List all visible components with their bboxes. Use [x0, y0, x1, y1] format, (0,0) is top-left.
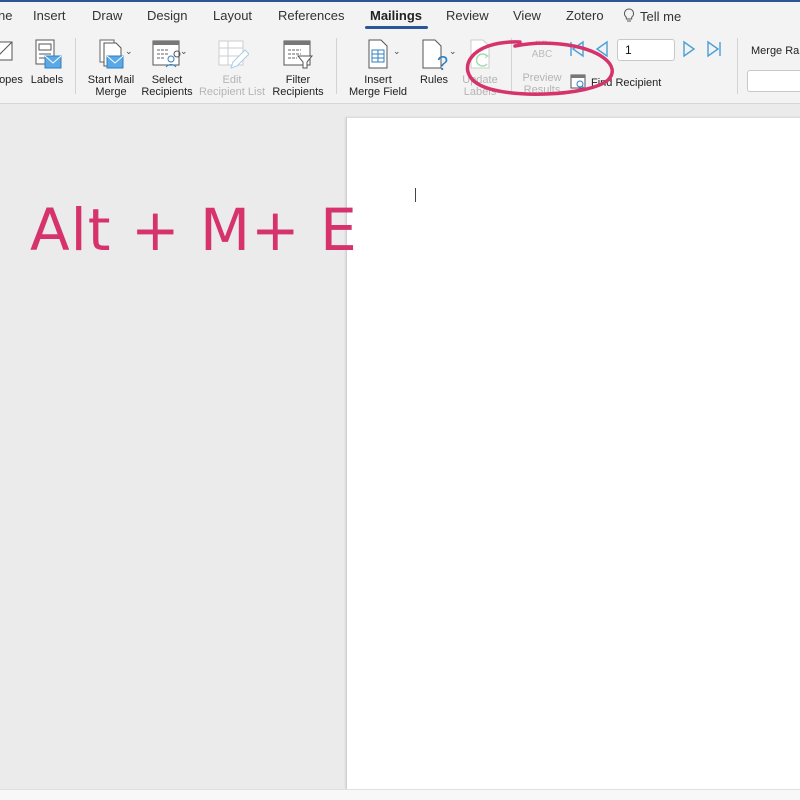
tab-zotero[interactable]: Zotero [566, 8, 604, 23]
ribbon-separator [737, 38, 738, 94]
merge-range-label: Merge Ran [751, 45, 800, 57]
find-recipient-icon [570, 74, 586, 90]
preview-results-icon: «» [534, 37, 550, 48]
chevron-down-icon[interactable]: ⌄ [180, 46, 188, 57]
status-bar [0, 789, 800, 800]
previous-record-icon[interactable] [595, 40, 609, 58]
first-record-icon[interactable] [569, 40, 585, 58]
chevron-down-icon[interactable]: ⌄ [125, 46, 133, 57]
envelopes-button[interactable]: opes [0, 38, 26, 86]
edit-recipient-list-button[interactable]: Edit Recipient List [198, 38, 266, 98]
chevron-down-icon[interactable]: ⌄ [393, 46, 401, 57]
find-recipient-button[interactable]: Find Recipient [570, 74, 661, 90]
tab-design[interactable]: Design [147, 8, 187, 23]
active-tab-indicator [365, 26, 428, 29]
tab-draw[interactable]: Draw [92, 8, 122, 23]
tab-view[interactable]: View [513, 8, 541, 23]
tell-me-search[interactable]: Tell me [623, 8, 681, 24]
preview-results-button[interactable]: «» ABC Preview Results [516, 37, 568, 97]
tab-home[interactable]: ne [0, 8, 12, 23]
mailings-ribbon: opes Labels Start Mail Merge ⌄ Select Re… [0, 32, 800, 104]
merge-field-icon [368, 39, 388, 69]
update-labels-button[interactable]: Update Labels [458, 38, 502, 98]
start-mail-merge-icon [99, 39, 124, 69]
tell-me-label: Tell me [640, 9, 682, 24]
update-labels-icon [470, 39, 490, 69]
tab-layout[interactable]: Layout [213, 8, 252, 23]
text-cursor [415, 188, 416, 202]
ribbon-tab-bar: ne Insert Draw Design Layout References … [0, 2, 800, 32]
document-page[interactable] [346, 117, 800, 790]
svg-text:?: ? [437, 53, 448, 72]
ribbon-separator [511, 38, 512, 94]
record-number-input[interactable]: 1 [617, 39, 675, 61]
filter-recipients-button[interactable]: Filter Recipients [270, 38, 326, 98]
last-record-icon[interactable] [706, 40, 722, 58]
ribbon-separator [336, 38, 337, 94]
tab-insert[interactable]: Insert [33, 8, 66, 23]
chevron-down-icon[interactable]: ⌄ [449, 46, 457, 57]
select-recipients-icon [152, 40, 181, 68]
envelope-icon [0, 41, 13, 61]
rules-button[interactable]: ? Rules [414, 38, 454, 86]
tab-review[interactable]: Review [446, 8, 489, 23]
lightbulb-icon [624, 8, 634, 22]
merge-range-input[interactable] [747, 70, 800, 92]
labels-icon [35, 39, 62, 69]
next-record-icon[interactable] [682, 40, 696, 58]
rules-icon: ? [422, 39, 448, 72]
tab-references[interactable]: References [278, 8, 344, 23]
keyboard-shortcut-annotation: Alt + M+ E [30, 196, 358, 264]
edit-list-icon [218, 40, 249, 69]
labels-button[interactable]: Labels [29, 38, 65, 86]
tab-mailings[interactable]: Mailings [370, 8, 422, 23]
filter-icon [283, 40, 314, 69]
ribbon-separator [75, 38, 76, 94]
